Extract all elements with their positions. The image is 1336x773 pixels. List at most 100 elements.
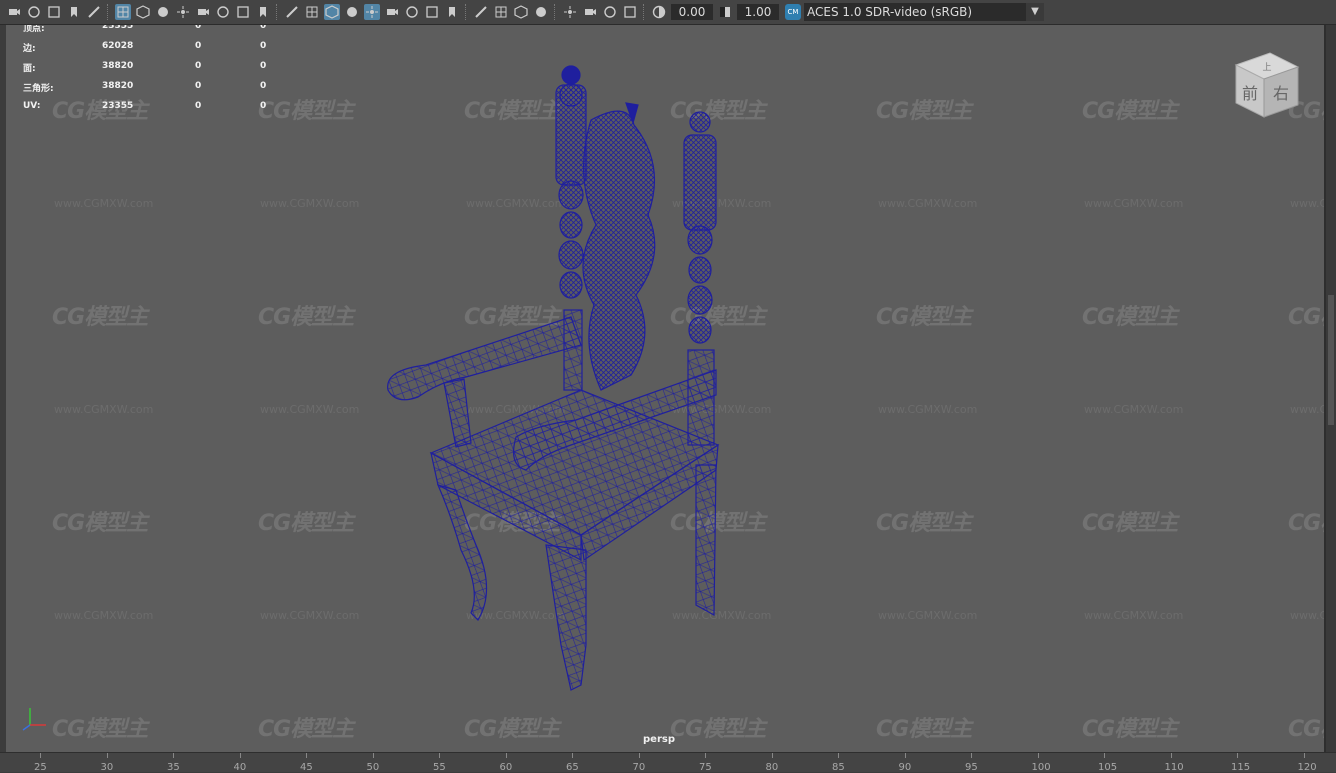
ruler-tick <box>771 753 773 758</box>
camera-icon[interactable] <box>6 4 22 20</box>
watermark-url: www.CGMXW.com <box>878 197 978 210</box>
ruler-frame-label: 95 <box>965 762 978 773</box>
toolbar-separator <box>643 4 646 20</box>
grease-pencil-icon[interactable] <box>115 4 131 20</box>
smooth-shade-icon[interactable] <box>324 4 340 20</box>
ruler-frame-label: 115 <box>1231 762 1251 773</box>
hud-uv-selected-value: 0 <box>260 41 267 51</box>
ruler-frame-label: 40 <box>233 762 247 773</box>
color-space-value: ACES 1.0 SDR-video (sRGB) <box>807 5 973 19</box>
camera-lock-icon[interactable] <box>26 4 42 20</box>
watermark-logo: CG模型主 <box>1288 717 1324 742</box>
film-gate-icon[interactable] <box>175 4 191 20</box>
xray-icon[interactable] <box>384 4 400 20</box>
bookmark-icon[interactable] <box>66 4 82 20</box>
shadows-icon[interactable] <box>424 4 440 20</box>
watermark-url: www.CGMXW.com <box>1084 609 1184 622</box>
perspective-viewport[interactable]: CG模型主 CG模型主 CG模型主 CG模型主 www.CGMXW.com www.CGM… <box>6 25 1326 752</box>
ruler-frame-label: 85 <box>832 762 845 773</box>
watermark-url: www.CGMXW.com <box>878 609 978 622</box>
hud-total-value: 38820 <box>102 61 134 71</box>
gate-mask-icon[interactable] <box>215 4 231 20</box>
ruler-frame-label: 50 <box>366 762 380 773</box>
watermark-url: www.CGMXW.com <box>260 403 360 416</box>
hud-selected-value: 0 <box>195 25 202 31</box>
backface-icon[interactable] <box>602 4 618 20</box>
viewcube-navigator[interactable]: 上 前 右 <box>1228 47 1304 123</box>
ruler-tick <box>971 753 972 758</box>
gamma-icon[interactable] <box>717 4 733 20</box>
anti-alias-icon[interactable] <box>493 4 509 20</box>
scrollbar-thumb[interactable] <box>1328 295 1334 425</box>
screen-ao-icon[interactable] <box>444 4 460 20</box>
hud-label: 三角形: <box>23 84 54 94</box>
viewport-toolbar: 0.00 1.00 CM ACES 1.0 SDR-video (sRGB) ▼ <box>0 0 1336 25</box>
camera-attr-icon[interactable] <box>46 4 62 20</box>
hud-selected-value: 0 <box>195 61 202 71</box>
wireframe-on-shaded-icon[interactable] <box>364 4 380 20</box>
motion-blur-icon[interactable] <box>473 4 489 20</box>
ruler-tick <box>173 753 174 758</box>
ruler-tick <box>838 753 839 758</box>
ruler-tick <box>572 753 573 758</box>
toolbar-icon-group <box>4 4 640 20</box>
watermark-url: www.CGMXW.com <box>54 403 154 416</box>
exposure-icon[interactable] <box>651 4 667 20</box>
texture-icon[interactable] <box>622 4 638 20</box>
watermark-url: www.CGMXW.com <box>54 197 154 210</box>
hud-label: 面: <box>23 64 36 74</box>
ruler-frame-label: 55 <box>433 762 446 773</box>
resolution-gate-icon[interactable] <box>195 4 211 20</box>
toolbar-separator <box>554 4 557 20</box>
camera-name-label: persp <box>643 734 675 745</box>
ruler-tick <box>106 753 108 758</box>
ruler-frame-label: 70 <box>632 762 646 773</box>
watermark-logo: CG模型主 <box>258 511 354 536</box>
image-plane-icon[interactable] <box>86 4 102 20</box>
viewport-scrollbar[interactable] <box>1326 25 1336 752</box>
watermark-logo: CG模型主 <box>876 305 972 330</box>
time-slider-ruler[interactable]: 25 30 35 40 45 50 55 60 65 70 75 80 85 90 95 100 105 110 1… <box>0 752 1336 773</box>
watermark-logo: CG模型主 <box>1082 511 1178 536</box>
hud-selected-value: 0 <box>195 41 202 51</box>
wireframe-icon[interactable] <box>304 4 320 20</box>
isolate-select-icon[interactable] <box>533 4 549 20</box>
toolbar-separator <box>465 4 468 20</box>
watermark-url: www.CGMXW.com <box>1084 403 1184 416</box>
xray-joints-icon[interactable] <box>562 4 578 20</box>
watermark-logo: CG模型主 <box>52 717 148 742</box>
watermark-url: www.CGMXW.com <box>1290 609 1324 622</box>
hud-selected-value: 0 <box>195 81 202 91</box>
hud-uv-selected-value: 0 <box>260 101 267 111</box>
watermark-url: www.CGMXW.com <box>1290 197 1324 210</box>
hud-selected-value: 0 <box>195 101 202 111</box>
xray-active-icon[interactable] <box>582 4 598 20</box>
use-lights-icon[interactable] <box>404 4 420 20</box>
watermark-logo: CG模型主 <box>876 99 972 124</box>
watermark-logo: CG模型主 <box>52 305 148 330</box>
color-management-toggle-icon[interactable]: CM <box>785 4 801 20</box>
chair-wireframe-model[interactable] <box>366 45 746 695</box>
hud-uv-selected-value: 0 <box>260 25 267 31</box>
dof-icon[interactable] <box>513 4 529 20</box>
ruler-tick <box>40 753 41 758</box>
ruler-frame-label: 100 <box>1031 762 1051 773</box>
hud-total-value: 38820 <box>102 81 134 91</box>
2d-pan-zoom-icon[interactable] <box>135 4 151 20</box>
flat-shade-icon[interactable] <box>344 4 360 20</box>
ruler-tick <box>1237 753 1238 758</box>
exposure-field[interactable]: 0.00 <box>671 4 713 20</box>
gamma-field[interactable]: 1.00 <box>737 4 779 20</box>
ruler-frame-label: 90 <box>898 762 912 773</box>
field-chart-icon[interactable] <box>235 4 251 20</box>
grid-icon[interactable] <box>155 4 171 20</box>
hud-uv-selected-value: 0 <box>260 81 267 91</box>
ruler-tick <box>1037 753 1039 758</box>
watermark-logo: CG模型主 <box>1082 99 1178 124</box>
safe-title-icon[interactable] <box>284 4 300 20</box>
chevron-down-icon[interactable]: ▼ <box>1026 3 1044 21</box>
safe-action-icon[interactable] <box>255 4 271 20</box>
color-space-dropdown[interactable]: ACES 1.0 SDR-video (sRGB) ▼ <box>804 3 1044 21</box>
ruler-frame-label: 65 <box>566 762 579 773</box>
watermark-logo: CG模型主 <box>1288 305 1324 330</box>
